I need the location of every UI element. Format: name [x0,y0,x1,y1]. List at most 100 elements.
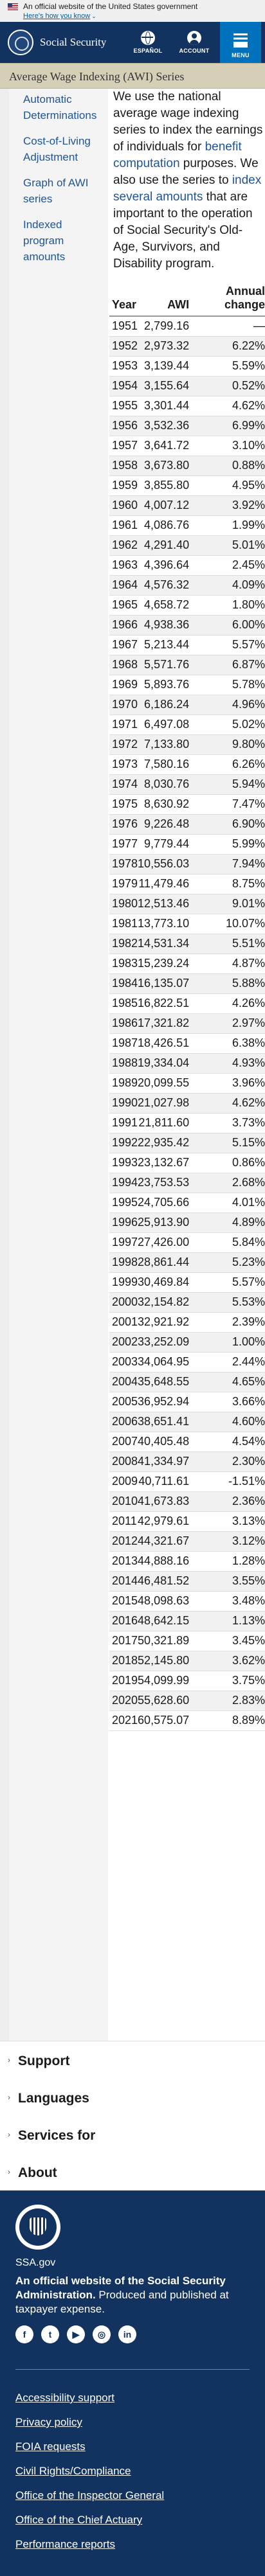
year-cell: 2008 [109,1452,138,1472]
year-cell: 1981 [109,914,138,934]
main-content: Automatic Determinations Cost-of-Living … [0,89,265,2041]
table-row: 2011 42,979.61 3.13% [109,1511,265,1532]
footer-link-privacy[interactable]: Privacy policy [15,2416,250,2429]
site-name[interactable]: Social Security [40,36,106,49]
year-cell: 2019 [109,1671,138,1691]
table-row: 1979 11,479.46 8.75% [109,874,265,894]
expander-label: Support [18,2054,70,2068]
year-cell: 1957 [109,436,138,456]
table-row: 1973 7,580.16 6.26% [109,754,265,775]
expander-about[interactable]: › About [0,2153,265,2190]
year-cell: 1951 [109,316,138,337]
expander-support[interactable]: › Support [0,2041,265,2079]
table-row: 1952 2,973.32 6.22% [109,336,265,357]
awi-cell: 8,630.92 [138,794,190,815]
year-cell: 1987 [109,1033,138,1054]
year-cell: 1986 [109,1013,138,1034]
footer-link-chief-actuary[interactable]: Office of the Chief Actuary [15,2514,250,2527]
change-cell: 9.80% [189,734,265,755]
expander-languages[interactable]: › Languages [0,2079,265,2116]
awi-cell: 8,030.76 [138,774,190,795]
change-cell: 3.73% [189,1113,265,1133]
espanol-button[interactable]: ESPAÑOL [127,27,169,58]
header-awi: AWI [138,285,190,317]
year-cell: 2020 [109,1691,138,1711]
year-cell: 2015 [109,1591,138,1612]
instagram-icon[interactable]: ◎ [93,2325,111,2343]
change-cell: 6.87% [189,655,265,675]
sidenav-item-automatic-determinations[interactable]: Automatic Determinations [23,91,96,123]
intro-paragraph: We use the national average wage indexin… [109,89,265,272]
change-cell: 3.96% [189,1073,265,1094]
year-cell: 1990 [109,1093,138,1114]
menu-button[interactable]: MENU [220,22,261,63]
change-cell: 4.65% [189,1372,265,1392]
year-cell: 1983 [109,954,138,974]
table-row: 2013 44,888.16 1.28% [109,1551,265,1572]
change-cell: 1.13% [189,1611,265,1631]
year-cell: 1955 [109,396,138,416]
table-row: 1965 4,658.72 1.80% [109,595,265,616]
year-cell: 1976 [109,814,138,835]
awi-cell: 42,979.61 [138,1511,190,1532]
table-row: 1955 3,301.44 4.62% [109,396,265,416]
youtube-icon[interactable]: ▶ [67,2325,85,2343]
linkedin-icon[interactable]: in [118,2325,136,2343]
year-cell: 1958 [109,456,138,476]
change-cell: 4.62% [189,396,265,416]
change-cell: 4.89% [189,1212,265,1233]
change-cell: 2.97% [189,1013,265,1034]
how-you-know-link[interactable]: Here's how you know ⌄ [23,12,96,20]
table-row: 2016 48,642.15 1.13% [109,1611,265,1631]
change-cell: 9.01% [189,894,265,914]
facebook-icon[interactable]: f [15,2325,33,2343]
year-cell: 2009 [109,1471,138,1492]
table-row: 1985 16,822.51 4.26% [109,993,265,1014]
side-navigation: Automatic Determinations Cost-of-Living … [9,89,108,2041]
awi-cell: 10,556.03 [138,854,190,875]
twitter-icon[interactable]: t [41,2325,59,2343]
awi-cell: 16,135.07 [138,973,190,994]
year-cell: 2012 [109,1531,138,1552]
table-row: 1968 5,571.76 6.87% [109,655,265,675]
table-row: 1964 4,576.32 4.09% [109,575,265,596]
change-cell: 4.09% [189,575,265,596]
table-row: 1961 4,086.76 1.99% [109,515,265,536]
sidenav-item-cost-of-living[interactable]: Cost-of-Living Adjustment [23,133,94,165]
table-row: 2008 41,334.97 2.30% [109,1452,265,1472]
year-cell: 1978 [109,854,138,875]
change-cell: 0.86% [189,1153,265,1173]
change-cell: 1.80% [189,595,265,616]
change-cell: 1.28% [189,1551,265,1572]
footer-link-accessibility[interactable]: Accessibility support [15,2392,250,2404]
year-cell: 1967 [109,635,138,655]
footer-link-inspector-general[interactable]: Office of the Inspector General [15,2489,250,2502]
year-cell: 1961 [109,515,138,536]
table-row: 1977 9,779.44 5.99% [109,834,265,855]
year-cell: 1968 [109,655,138,675]
year-cell: 2003 [109,1352,138,1372]
footer-link-civil-rights[interactable]: Civil Rights/Compliance [15,2465,250,2478]
footer-official-text: An official website of the Social Securi… [15,2274,250,2316]
account-button[interactable]: ACCOUNT [174,27,215,58]
site-header: Social Security ESPAÑOL ACCOUNT MENU [0,22,265,63]
change-cell: 3.92% [189,495,265,516]
footer-link-performance-reports[interactable]: Performance reports [15,2538,250,2551]
table-row: 1962 4,291.40 5.01% [109,535,265,556]
change-cell: 4.54% [189,1432,265,1452]
footer-link-foia[interactable]: FOIA requests [15,2440,250,2453]
year-cell: 1960 [109,495,138,516]
expander-services-for[interactable]: › Services for [0,2116,265,2153]
change-cell: 2.44% [189,1352,265,1372]
year-cell: 1954 [109,376,138,396]
sidenav-item-indexed-program-amounts[interactable]: Indexed program amounts [23,217,94,265]
change-cell: 4.26% [189,993,265,1014]
change-cell: 7.94% [189,854,265,875]
change-cell: 6.99% [189,416,265,436]
ssa-logo[interactable] [8,30,33,55]
footer-site-name[interactable]: SSA.gov [15,2257,250,2269]
sidenav-item-graph-awi[interactable]: Graph of AWI series [23,175,94,207]
awi-cell: 52,145.80 [138,1651,190,1671]
table-row: 1989 20,099.55 3.96% [109,1073,265,1094]
table-row: 2001 32,921.92 2.39% [109,1312,265,1333]
